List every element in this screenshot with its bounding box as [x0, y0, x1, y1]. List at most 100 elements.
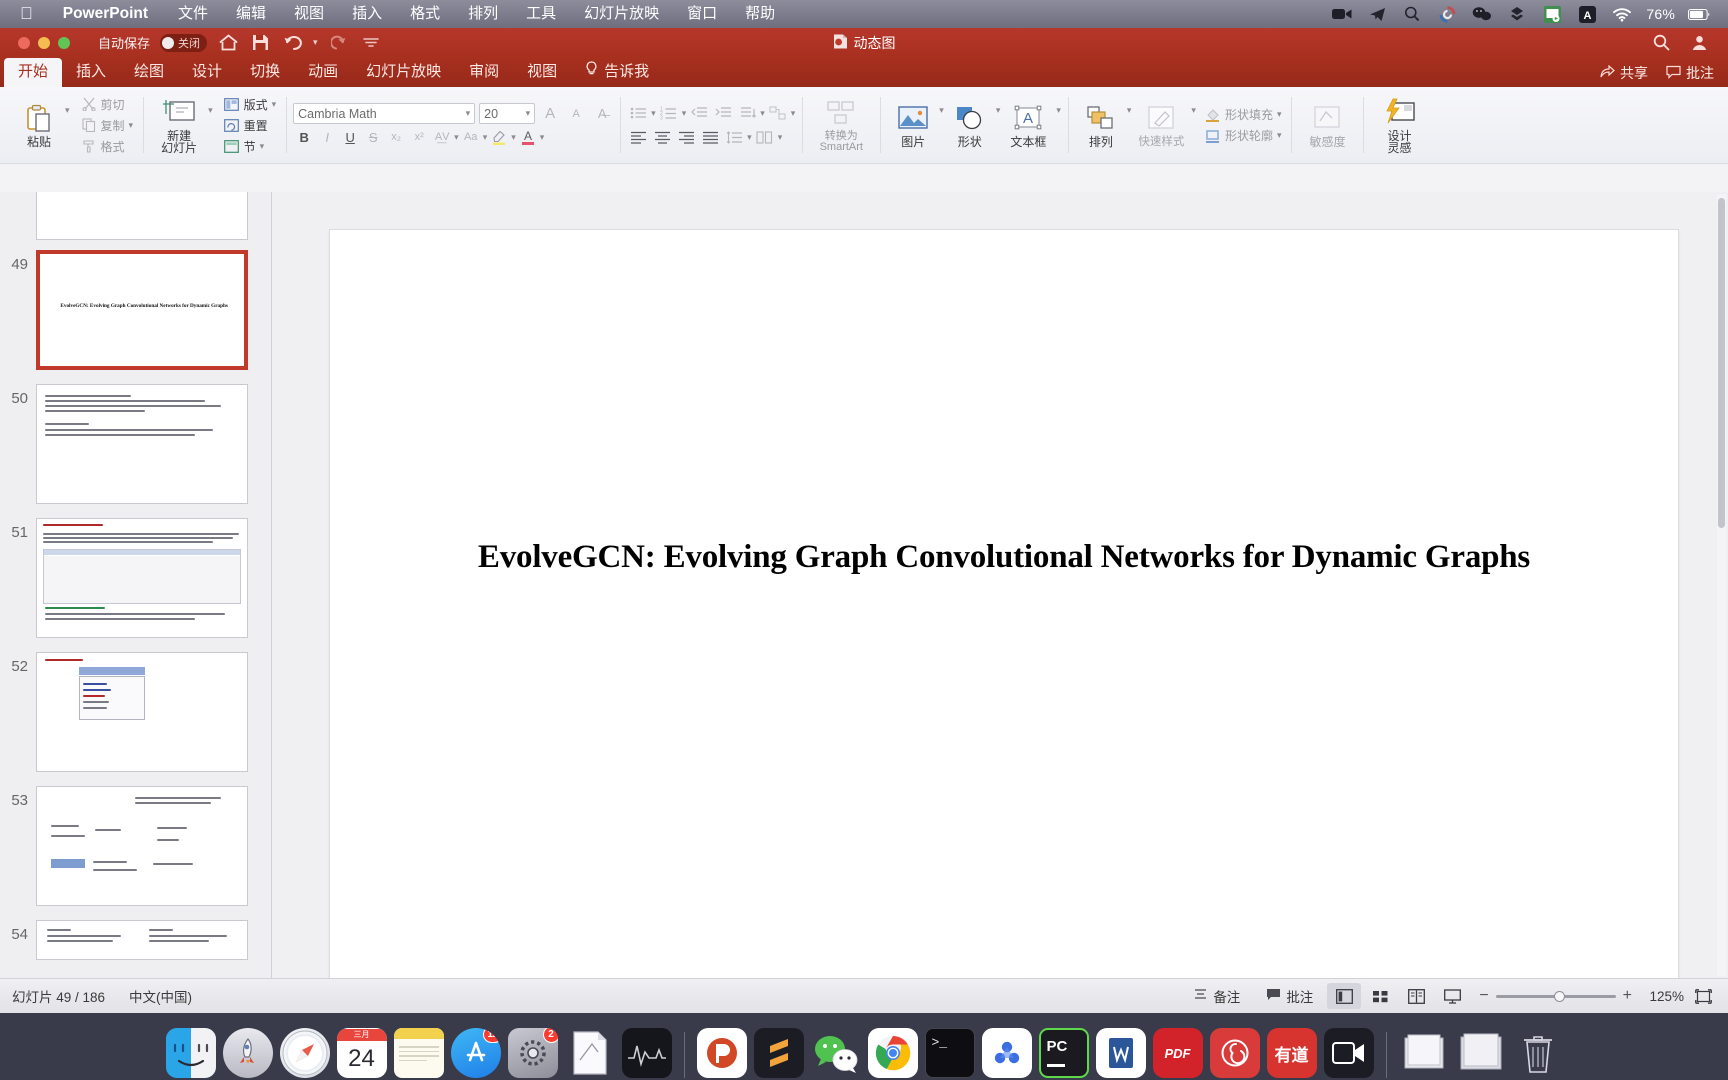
menu-item-format[interactable]: 格式 — [396, 0, 454, 28]
dock-item-netease-music[interactable] — [1209, 1028, 1260, 1078]
numbering-caret-icon[interactable]: ▾ — [682, 108, 687, 119]
zoom-out-button[interactable]: − — [1479, 987, 1488, 1005]
tab-insert[interactable]: 插入 — [62, 58, 120, 87]
smartart-convert-button[interactable] — [767, 103, 789, 123]
menu-item-file[interactable]: 文件 — [164, 0, 222, 28]
dropbox-icon[interactable] — [1506, 4, 1528, 24]
justify-button[interactable] — [699, 127, 721, 147]
layout-dropdown-caret-icon[interactable]: ▾ — [272, 99, 277, 110]
menu-app-name[interactable]: PowerPoint — [47, 5, 164, 23]
dock-item-terminal[interactable]: >_ — [924, 1028, 975, 1078]
thumbnail-item-50[interactable]: 50 — [0, 370, 271, 504]
minimize-button[interactable] — [38, 36, 50, 49]
account-icon[interactable] — [1688, 32, 1710, 53]
dock-item-quicktime[interactable] — [1323, 1028, 1374, 1078]
dock-item-baidu-netdisk[interactable] — [981, 1028, 1032, 1078]
italic-button[interactable]: I — [316, 127, 338, 147]
tab-design[interactable]: 设计 — [178, 58, 236, 87]
strikethrough-button[interactable]: S — [362, 127, 384, 147]
character-spacing-button[interactable]: A͟V — [431, 127, 453, 147]
notes-button[interactable]: 备注 — [1181, 986, 1252, 1006]
tab-home[interactable]: 开始 — [4, 58, 63, 87]
tab-slideshow[interactable]: 幻灯片放映 — [352, 58, 455, 87]
highlight-caret-icon[interactable]: ▾ — [511, 132, 516, 143]
autosave-toggle[interactable]: 关闭 — [160, 33, 208, 52]
slide-editing-pane[interactable]: EvolveGCN: Evolving Graph Convolutional … — [272, 192, 1728, 1007]
textbox-button[interactable]: A 文本框 — [1000, 102, 1056, 148]
numbering-button[interactable]: 123 — [658, 103, 680, 123]
menu-item-window[interactable]: 窗口 — [673, 0, 731, 28]
reading-view-button[interactable] — [1399, 983, 1433, 1009]
comments-button[interactable]: 批注 — [1666, 63, 1714, 83]
line-spacing-caret-icon[interactable]: ▾ — [747, 132, 752, 143]
terminal-icon[interactable]: >_ — [924, 1028, 975, 1078]
home-icon[interactable] — [217, 32, 239, 53]
slide-sorter-button[interactable] — [1363, 983, 1397, 1009]
apple-logo-icon[interactable]:  — [10, 0, 47, 28]
zoom-slider[interactable]: − + — [1471, 987, 1640, 1005]
bullets-caret-icon[interactable]: ▾ — [651, 108, 656, 119]
abc-input-icon[interactable]: A — [1576, 4, 1598, 24]
search-icon[interactable] — [1650, 32, 1672, 53]
shrink-font-button[interactable]: A — [565, 104, 587, 124]
bold-button[interactable]: B — [293, 127, 315, 147]
change-case-button[interactable]: Aa — [460, 127, 482, 147]
align-left-button[interactable] — [627, 127, 649, 147]
cut-button[interactable]: 剪切 — [78, 95, 137, 114]
dock-item-downloads-stack[interactable] — [1456, 1028, 1506, 1078]
thumbnail-item-52[interactable]: 52 — [0, 638, 271, 772]
change-case-caret-icon[interactable]: ▾ — [483, 132, 488, 143]
dock-item-trash[interactable] — [1513, 1028, 1563, 1078]
zoom-in-button[interactable]: + — [1623, 987, 1632, 1005]
tab-animations[interactable]: 动画 — [294, 58, 352, 87]
smartart-caret-icon[interactable]: ▾ — [791, 108, 796, 119]
underline-button[interactable]: U — [339, 127, 361, 147]
character-spacing-caret-icon[interactable]: ▾ — [454, 132, 459, 143]
thumbnail-item-49[interactable]: 49 EvolveGCN: Evolving Graph Convolution… — [0, 240, 271, 370]
comments-status-button[interactable]: 批注 — [1254, 986, 1325, 1006]
dock-item-powerpoint[interactable] — [696, 1028, 747, 1078]
font-color-caret-icon[interactable]: ▾ — [540, 132, 545, 143]
powerpoint-icon[interactable] — [696, 1028, 747, 1078]
wechat-icon[interactable] — [1471, 4, 1493, 24]
menu-item-edit[interactable]: 编辑 — [222, 0, 280, 28]
tab-review[interactable]: 审阅 — [455, 58, 513, 87]
trash-icon[interactable] — [1513, 1028, 1563, 1078]
downloads-stack-icon[interactable] — [1456, 1028, 1506, 1078]
reset-button[interactable]: 重置 — [221, 116, 280, 135]
alfred-icon[interactable] — [1401, 4, 1423, 24]
documents-stack-icon[interactable] — [1399, 1028, 1449, 1078]
netease-music-icon[interactable] — [1209, 1028, 1260, 1078]
wifi-icon[interactable] — [1611, 4, 1633, 24]
section-button[interactable]: 节 ▾ — [221, 137, 280, 156]
dock-item-app-store[interactable]: 12 — [450, 1028, 501, 1078]
bullets-button[interactable] — [627, 103, 649, 123]
quick-styles-button[interactable]: 快速样式 — [1131, 102, 1191, 148]
vertical-scrollbar[interactable] — [1717, 194, 1726, 976]
increase-indent-button[interactable] — [712, 103, 734, 123]
dock-item-launchpad[interactable] — [222, 1028, 273, 1078]
customize-toolbar-icon[interactable] — [360, 32, 382, 53]
dock-item-safari[interactable] — [279, 1028, 330, 1078]
youdao-icon[interactable]: 有道 — [1266, 1028, 1317, 1078]
thumbnail-preview[interactable] — [36, 192, 248, 240]
dock-item-system-preferences[interactable]: 2 — [507, 1028, 558, 1078]
slide-title-textbox[interactable]: EvolveGCN: Evolving Graph Convolutional … — [330, 539, 1678, 576]
shapes-button[interactable]: 形状 — [944, 102, 996, 148]
calendar-icon[interactable]: 三月 24 — [336, 1028, 387, 1078]
copy-dropdown-caret-icon[interactable]: ▾ — [129, 120, 134, 131]
columns-caret-icon[interactable]: ▾ — [778, 132, 783, 143]
slide-canvas[interactable]: EvolveGCN: Evolving Graph Convolutional … — [330, 230, 1678, 992]
dock-item-calendar[interactable]: 三月 24 — [336, 1028, 387, 1078]
zoom-percent-label[interactable]: 125% — [1642, 989, 1684, 1004]
zoom-knob[interactable] — [1553, 990, 1565, 1002]
menu-item-arrange[interactable]: 排列 — [454, 0, 512, 28]
font-name-input[interactable]: Cambria Math ▾ — [293, 103, 476, 124]
baidu-netdisk-icon[interactable] — [981, 1028, 1032, 1078]
columns-button[interactable] — [754, 127, 776, 147]
dock-item-documents-stack[interactable] — [1399, 1028, 1449, 1078]
copy-button[interactable]: 复制 ▾ — [78, 116, 137, 135]
app-store-icon[interactable]: 12 — [450, 1028, 501, 1078]
align-center-button[interactable] — [651, 127, 673, 147]
pycharm-icon[interactable]: PC — [1038, 1028, 1089, 1078]
